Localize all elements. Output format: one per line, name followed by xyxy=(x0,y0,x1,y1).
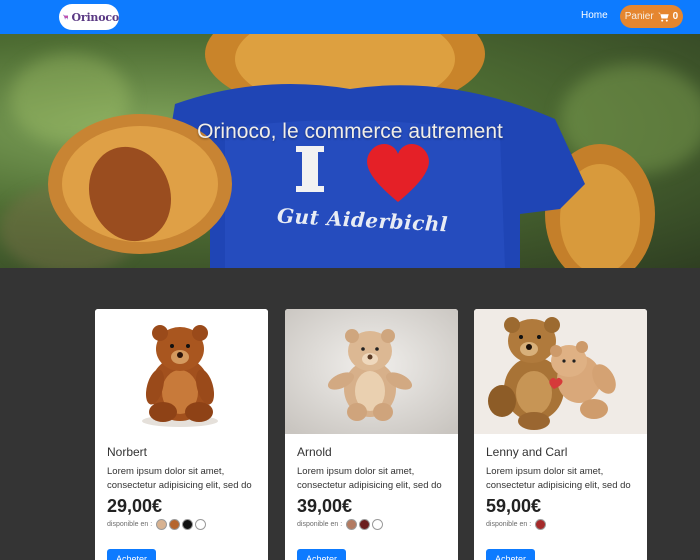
navbar: Orinoco Home Panier 0 xyxy=(0,0,700,34)
product-name: Arnold xyxy=(297,445,332,459)
product-description: Lorem ipsum dolor sit amet, consectetur … xyxy=(107,466,252,491)
logo[interactable]: Orinoco xyxy=(59,4,119,30)
hero-teddy-bear-image xyxy=(48,34,655,268)
product-availability: disponible en : xyxy=(107,519,207,530)
cart-label: Panier xyxy=(624,11,654,22)
hero-banner: Gut Aiderbichl Orinoco, le commerce autr… xyxy=(0,34,700,268)
product-availability: disponible en : xyxy=(486,519,547,530)
product-price: 39,00€ xyxy=(297,496,353,516)
color-swatch[interactable] xyxy=(182,519,194,530)
color-swatch[interactable] xyxy=(346,519,358,530)
product-price: 29,00€ xyxy=(107,496,163,516)
cart-button[interactable]: Panier 0 xyxy=(620,5,683,28)
color-swatch[interactable] xyxy=(359,519,371,530)
color-swatch[interactable] xyxy=(372,519,384,530)
product-description: Lorem ipsum dolor sit amet, consectetur … xyxy=(486,466,631,491)
availability-label: disponible en : xyxy=(486,521,532,528)
hero-title: Orinoco, le commerce autrement xyxy=(197,120,503,143)
product-image-lenny-and-carl xyxy=(474,309,647,434)
product-description: Lorem ipsum dolor sit amet, consectetur … xyxy=(297,466,442,491)
color-swatch[interactable] xyxy=(169,519,181,530)
product-card-arnold[interactable]: Arnold Lorem ipsum dolor sit amet, conse… xyxy=(285,309,458,560)
product-availability: disponible en : xyxy=(297,519,384,530)
buy-button[interactable]: Acheter xyxy=(107,549,157,560)
shopping-cart-icon xyxy=(657,12,669,22)
shopping-cart-icon xyxy=(63,14,69,20)
nav-home-link[interactable]: Home xyxy=(581,10,608,21)
product-card-lenny-and-carl[interactable]: Lenny and Carl Lorem ipsum dolor sit ame… xyxy=(474,309,647,560)
product-card-norbert[interactable]: Norbert Lorem ipsum dolor sit amet, cons… xyxy=(95,309,268,560)
buy-button[interactable]: Acheter xyxy=(297,549,347,560)
color-swatch[interactable] xyxy=(535,519,547,530)
color-swatch[interactable] xyxy=(156,519,168,530)
product-image-norbert xyxy=(95,309,268,434)
logo-text: Orinoco xyxy=(71,10,119,24)
availability-label: disponible en : xyxy=(107,521,153,528)
color-swatch[interactable] xyxy=(195,519,207,530)
product-price: 59,00€ xyxy=(486,496,542,516)
product-name: Norbert xyxy=(107,445,148,459)
cart-count: 0 xyxy=(672,11,679,22)
buy-button[interactable]: Acheter xyxy=(486,549,536,560)
availability-label: disponible en : xyxy=(297,521,343,528)
product-name: Lenny and Carl xyxy=(486,445,568,459)
product-image-arnold xyxy=(285,309,458,434)
